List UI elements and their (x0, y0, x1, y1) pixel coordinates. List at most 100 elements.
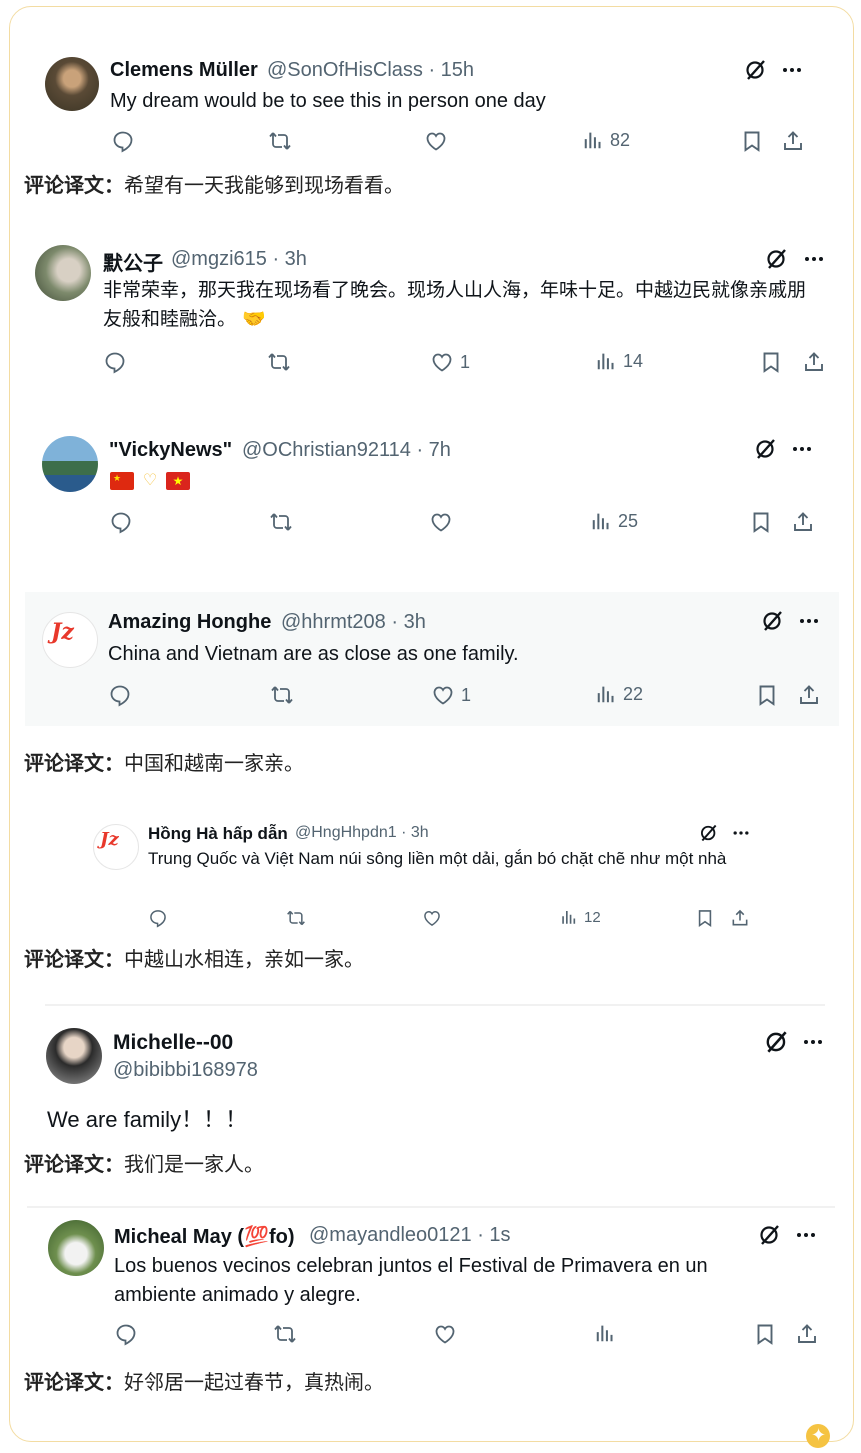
tweet-card[interactable]: "VickyNews" @OChristian92114 · 7h ★ ♡ ★ … (27, 420, 839, 550)
grok-icon[interactable] (758, 1223, 782, 1247)
avatar[interactable] (35, 245, 91, 301)
tweet-card[interactable]: Jz Amazing Honghe @hhrmt208 · 3h China a… (25, 592, 839, 726)
tweet-card[interactable]: Micheal May (💯fo) @mayandleo0121 · 1s Lo… (27, 1206, 835, 1362)
reply-button[interactable] (148, 908, 168, 928)
reply-button[interactable] (111, 129, 135, 153)
heart-icon (429, 510, 453, 534)
like-button[interactable] (429, 510, 459, 534)
more-icon[interactable] (731, 823, 751, 843)
caption-label: 评论译文： (24, 1152, 124, 1176)
brand-logo-icon: Jz (100, 829, 119, 850)
reply-button[interactable] (114, 1322, 138, 1346)
grok-icon[interactable] (699, 823, 719, 843)
caption-label: 评论译文： (24, 751, 124, 775)
author-name[interactable]: Amazing Honghe (108, 611, 271, 634)
grok-icon[interactable] (765, 247, 789, 271)
author-handle[interactable]: @SonOfHisClass · 15h (267, 59, 474, 82)
share-button[interactable] (791, 510, 815, 534)
retweet-button[interactable] (269, 510, 293, 534)
more-icon[interactable] (780, 58, 804, 82)
views-button[interactable]: 22 (595, 683, 643, 705)
author-name[interactable]: 默公子 (103, 247, 163, 276)
sparkle-icon: ✦ (806, 1424, 830, 1448)
more-icon[interactable] (801, 1030, 825, 1054)
caption-text: 好邻居一起过春节，真热闹。 (124, 1370, 384, 1394)
bookmark-button[interactable] (749, 510, 773, 534)
views-button[interactable]: 82 (582, 129, 630, 151)
avatar[interactable]: Jz (42, 612, 98, 668)
author-name[interactable]: Micheal May (💯fo) (114, 1224, 294, 1249)
retweet-button[interactable] (286, 908, 306, 928)
avatar[interactable] (46, 1028, 102, 1084)
tweet-card[interactable]: 默公子 @mgzi615 · 3h 非常荣幸，那天我在现场看了晚会。现场人山人海… (25, 230, 840, 390)
reply-icon (114, 1322, 138, 1346)
tweet-card[interactable]: Clemens Müller @SonOfHisClass · 15h My d… (30, 46, 828, 164)
reply-button[interactable] (103, 350, 127, 374)
like-button[interactable] (422, 908, 448, 928)
view-count: 22 (623, 683, 644, 704)
views-button[interactable]: 25 (590, 510, 638, 532)
retweet-button[interactable] (270, 683, 294, 707)
author-handle[interactable]: @OChristian92114 · 7h (242, 439, 451, 462)
share-button[interactable] (802, 350, 826, 374)
author-name[interactable]: Hồng Hà hấp dẫn (148, 824, 288, 844)
views-icon (595, 350, 617, 372)
translation-caption: 评论译文：好邻居一起过春节，真热闹。 (24, 1366, 384, 1395)
tweet-card[interactable]: Jz Hồng Hà hấp dẫn @HngHhpdn1 · 3h Trung… (80, 806, 770, 940)
translation-caption: 评论译文：中国和越南一家亲。 (24, 747, 304, 776)
share-button[interactable] (730, 908, 750, 928)
like-button[interactable]: 1 (430, 350, 470, 374)
author-name[interactable]: "VickyNews" (109, 439, 232, 462)
heart-icon (424, 129, 448, 153)
author-handle[interactable]: @hhrmt208 · 3h (281, 611, 426, 634)
author-handle[interactable]: @mgzi615 · 3h (171, 248, 307, 271)
grok-icon[interactable] (754, 437, 778, 461)
tweet-card[interactable]: Michelle--00 @bibibbi168978 We are famil… (25, 1004, 835, 1144)
bookmark-button[interactable] (695, 908, 715, 928)
bookmark-button[interactable] (740, 129, 764, 153)
tweet-text: Los buenos vecinos celebran juntos el Fe… (114, 1255, 708, 1306)
share-button[interactable] (797, 683, 821, 707)
grok-icon[interactable] (744, 58, 768, 82)
author-handle[interactable]: @mayandleo0121 · 1s (309, 1224, 511, 1247)
view-count: 25 (618, 510, 639, 531)
tweet-text: Trung Quốc và Việt Nam núi sông liền một… (148, 849, 727, 868)
avatar[interactable] (45, 57, 99, 111)
bookmark-button[interactable] (753, 1322, 777, 1346)
more-icon[interactable] (797, 609, 821, 633)
views-button[interactable] (594, 1322, 622, 1344)
author-name[interactable]: Michelle--00 (113, 1031, 233, 1055)
bookmark-button[interactable] (759, 350, 783, 374)
author-handle[interactable]: @bibibbi168978 (113, 1059, 258, 1082)
retweet-button[interactable] (273, 1322, 297, 1346)
more-icon[interactable] (794, 1223, 818, 1247)
share-button[interactable] (781, 129, 805, 153)
views-button[interactable]: 14 (595, 350, 643, 372)
like-button[interactable]: 1 (431, 683, 471, 707)
share-icon (730, 908, 750, 928)
divider (45, 1004, 825, 1006)
tweet-text-content: 非常荣幸，那天我在现场看了晚会。现场人山人海，年味十足。中越边民就像亲戚朋友般和… (103, 279, 807, 330)
divider (27, 1206, 835, 1208)
retweet-button[interactable] (267, 350, 291, 374)
heart-icon (422, 908, 442, 928)
china-flag-icon: ★ (110, 472, 134, 490)
bookmark-button[interactable] (755, 683, 779, 707)
retweet-button[interactable] (268, 129, 292, 153)
avatar[interactable]: Jz (93, 824, 139, 870)
more-icon[interactable] (802, 247, 826, 271)
like-button[interactable] (424, 129, 454, 153)
tweet-text: My dream would be to see this in person … (110, 90, 546, 112)
reply-button[interactable] (109, 510, 133, 534)
avatar[interactable] (48, 1220, 104, 1276)
like-button[interactable] (433, 1322, 463, 1346)
avatar[interactable] (42, 436, 98, 492)
author-name[interactable]: Clemens Müller (110, 59, 258, 82)
share-button[interactable] (795, 1322, 819, 1346)
more-icon[interactable] (790, 437, 814, 461)
reply-button[interactable] (108, 683, 132, 707)
views-button[interactable]: 12 (560, 908, 601, 926)
author-handle[interactable]: @HngHhpdn1 · 3h (295, 824, 429, 842)
grok-icon[interactable] (764, 1029, 790, 1055)
grok-icon[interactable] (761, 609, 785, 633)
